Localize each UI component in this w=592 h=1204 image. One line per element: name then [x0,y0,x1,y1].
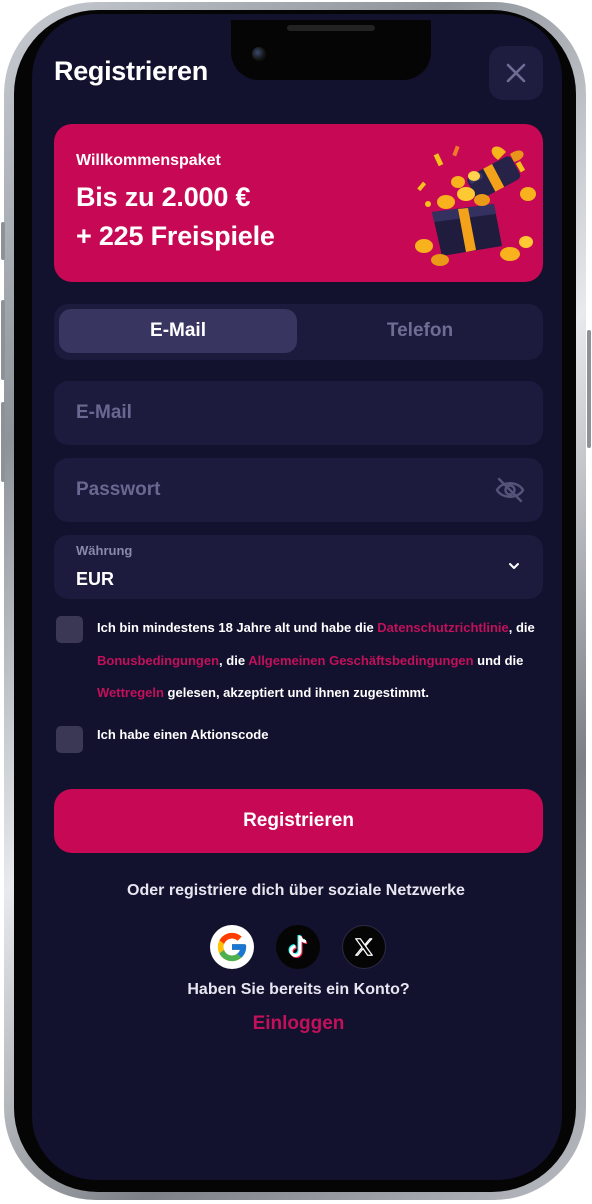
email-field-container [54,381,543,445]
x-icon [355,938,373,956]
close-icon [506,63,526,83]
x-signup-button[interactable] [342,925,386,969]
banner-amount: Bis zu 2.000 € [76,182,251,212]
password-field[interactable] [54,458,543,522]
consent-text-5: gelesen, akzeptiert und ihnen zugestimmt… [163,685,430,700]
consent-text-3: , die [219,652,249,668]
have-account-text: Haben Sie bereits ein Konto? [187,981,410,998]
chevron-down-icon [509,563,519,569]
social-signup-caption: Oder registriere dich über soziale Netzw… [127,882,465,899]
password-field-container [54,458,543,522]
banner-subtitle: Willkommenspaket [76,152,221,169]
terms-checkbox[interactable] [56,616,83,643]
promo-code-checkbox[interactable] [56,726,83,753]
consent-text-2: , die [508,620,535,635]
currency-value: EUR [76,569,115,589]
register-button[interactable]: Registrieren [54,789,543,853]
power-button [587,330,591,448]
general-terms-link[interactable]: Allgemeinen Geschäftsbedingungen [248,653,473,668]
eye-off-icon[interactable] [495,477,525,503]
banner-freespins: + 225 Freispiele [76,221,275,251]
signup-method-tabs: E-Mail Telefon [54,304,543,360]
bonus-terms-link[interactable]: Bonusbedingungen [97,653,219,668]
tab-phone[interactable]: Telefon [302,309,538,353]
close-button[interactable] [489,46,543,100]
front-camera [252,47,266,61]
email-field[interactable] [54,381,543,445]
welcome-bonus-banner[interactable]: Willkommenspaket Bis zu 2.000 € + 225 Fr… [54,124,543,282]
consent-text-1: Ich bin mindestens 18 Jahre alt und habe… [97,620,378,635]
gift-box-icon [415,145,536,266]
terms-consent-text: Ich bin mindestens 18 Jahre alt und habe… [97,612,547,710]
google-icon [217,932,247,962]
privacy-policy-link[interactable]: Datenschutzrichtlinie [377,620,508,635]
login-link[interactable]: Einloggen [0,1013,592,1035]
tab-email[interactable]: E-Mail [59,309,297,353]
tiktok-icon [288,934,308,958]
page-title: Registrieren [54,56,208,86]
currency-select[interactable]: Währung EUR [54,535,543,599]
currency-label: Währung [76,543,133,558]
google-signup-button[interactable] [210,925,254,969]
speaker-grille [287,25,375,31]
betting-rules-link[interactable]: Wettregeln [97,685,164,700]
consent-text-4: und die [473,652,524,668]
tiktok-signup-button[interactable] [276,925,320,969]
promo-code-label: Ich habe einen Aktionscode [97,727,269,742]
